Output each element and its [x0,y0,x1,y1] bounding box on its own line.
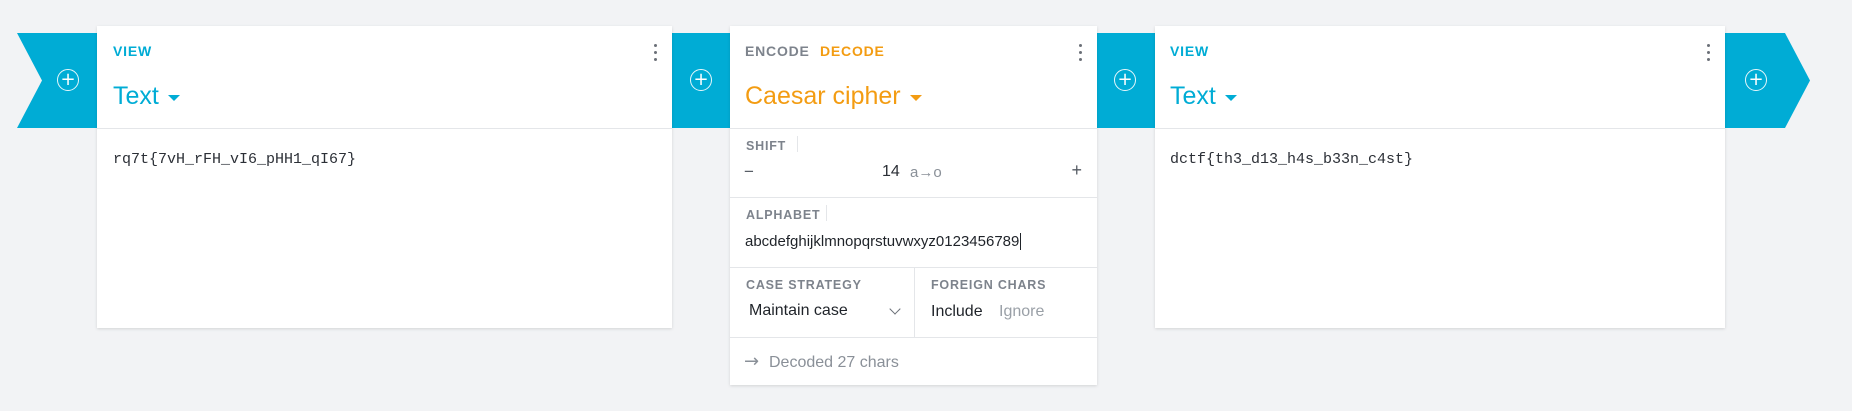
card-header: VIEW Text [97,26,672,129]
input-view-card: VIEW Text rq7t{7vH_rFH_vI6_pHH1_qI67} [97,26,672,328]
input-content-area[interactable]: rq7t{7vH_rFH_vI6_pHH1_qI67} [97,129,672,328]
case-strategy-label: CASE STRATEGY [746,278,862,292]
label-divider [826,205,827,221]
foreign-chars-label: FOREIGN CHARS [931,278,1047,292]
tab-encode[interactable]: ENCODE [745,43,810,59]
caret-down-icon [909,95,922,101]
format-select[interactable]: Text [113,82,180,111]
alphabet-value: abcdefghijklmnopqrstuvwxyz0123456789 [745,233,1020,250]
foreign-include-option[interactable]: Include [931,303,983,321]
format-label: Text [1170,82,1216,110]
alphabet-input[interactable]: abcdefghijklmnopqrstuvwxyz0123456789 [745,233,1022,250]
more-options-icon[interactable] [1699,40,1717,66]
view-label: VIEW [113,43,152,59]
add-step-icon[interactable]: + [1114,69,1136,91]
status-row: → Decoded 27 chars [730,338,1097,388]
caret-down-icon [167,95,180,101]
add-step-icon[interactable]: + [690,69,712,91]
output-text: dctf{th3_d13_h4s_b33n_c4st} [1170,151,1414,168]
output-view-card: VIEW Text dctf{th3_d13_h4s_b33n_c4st} [1155,26,1725,328]
case-strategy-field: CASE STRATEGY Maintain case [730,268,915,337]
card-header: ENCODE DECODE Caesar cipher [730,26,1097,129]
foreign-chars-field: FOREIGN CHARS Include Ignore [915,268,1097,337]
options-row: CASE STRATEGY Maintain case FOREIGN CHAR… [730,268,1097,338]
operation-card: ENCODE DECODE Caesar cipher SHIFT − 14 a… [730,26,1097,385]
caret-down-icon [1224,95,1237,101]
shift-field: SHIFT − 14 a→o + [730,129,1097,198]
operation-select[interactable]: Caesar cipher [745,82,922,111]
output-content-area[interactable]: dctf{th3_d13_h4s_b33n_c4st} [1155,129,1725,328]
case-strategy-value: Maintain case [749,302,848,319]
add-step-icon[interactable]: + [1745,69,1767,91]
increment-button[interactable]: + [1071,160,1082,181]
shift-mapping: a→o [910,164,942,181]
tab-decode[interactable]: DECODE [820,43,885,59]
format-select[interactable]: Text [1170,82,1237,111]
format-label: Text [113,82,159,110]
foreign-ignore-option[interactable]: Ignore [999,303,1044,321]
card-header: VIEW Text [1155,26,1725,129]
view-label: VIEW [1170,43,1209,59]
case-strategy-select[interactable]: Maintain case [749,302,901,320]
more-options-icon[interactable] [1071,40,1089,66]
more-options-icon[interactable] [646,40,664,66]
shift-value[interactable]: 14 [882,163,900,181]
input-text: rq7t{7vH_rFH_vI6_pHH1_qI67} [113,151,357,168]
label-divider [797,136,798,152]
pipeline-end-arrow [1725,33,1810,128]
alphabet-label: ALPHABET [746,208,821,222]
status-text: Decoded 27 chars [769,354,899,371]
add-step-icon[interactable]: + [57,69,79,91]
arrow-right-icon: → [744,351,760,372]
shift-label: SHIFT [746,139,787,153]
chevron-down-icon [889,303,901,315]
alphabet-field: ALPHABET abcdefghijklmnopqrstuvwxyz01234… [730,198,1097,268]
decrement-button[interactable]: − [744,162,754,182]
operation-title: Caesar cipher [745,82,901,110]
